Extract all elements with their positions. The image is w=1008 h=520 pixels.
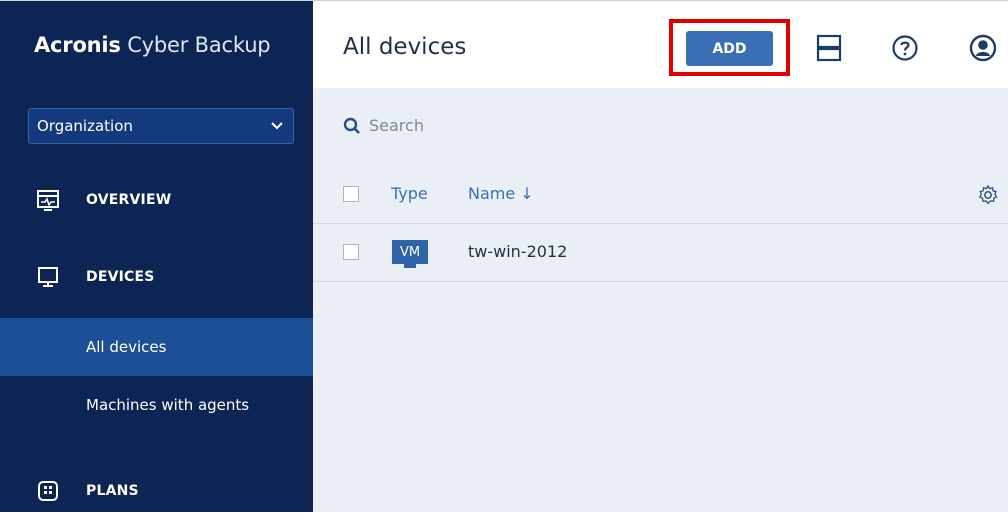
table-row[interactable]: VM tw-win-2012	[313, 224, 1008, 282]
sidebar-item-label: PLANS	[86, 483, 139, 499]
help-icon[interactable]	[891, 34, 919, 62]
header: All devices ADD	[313, 1, 1008, 89]
organization-select[interactable]: Organization	[28, 108, 294, 144]
sidebar-item-label: OVERVIEW	[86, 192, 172, 208]
app-window: Acronis Cyber Backup Organization OVERVI…	[0, 0, 1008, 512]
row-checkbox[interactable]	[343, 244, 359, 260]
overview-monitor-icon	[36, 188, 60, 212]
vm-type-icon: VM	[392, 240, 428, 264]
gear-icon[interactable]	[977, 184, 999, 206]
column-header-name[interactable]: Name ↓	[468, 184, 534, 203]
search-icon	[343, 117, 361, 135]
sidebar-item-devices[interactable]: DEVICES	[0, 248, 313, 306]
brand-name: Acronis	[34, 33, 121, 57]
layout-toggle-icon[interactable]	[815, 34, 843, 62]
sidebar-item-overview[interactable]: OVERVIEW	[0, 171, 313, 229]
search-input[interactable]: Search	[369, 116, 424, 135]
sidebar-subitem-label: Machines with agents	[86, 396, 250, 414]
user-account-icon[interactable]	[969, 34, 997, 62]
device-name[interactable]: tw-win-2012	[468, 242, 567, 261]
sidebar-subitem-all-devices[interactable]: All devices	[0, 318, 313, 376]
sidebar: Acronis Cyber Backup Organization OVERVI…	[0, 1, 313, 512]
main-content: Search Type Name ↓ VM tw-win-2012	[313, 88, 1008, 512]
devices-monitor-icon	[36, 265, 60, 289]
app-logo: Acronis Cyber Backup	[34, 33, 271, 63]
table-header: Type Name ↓	[313, 166, 1008, 224]
column-header-type[interactable]: Type	[391, 184, 428, 203]
sidebar-item-plans[interactable]: PLANS	[0, 462, 313, 520]
vm-icon-stand	[404, 264, 416, 268]
page-title: All devices	[343, 34, 467, 60]
search-box[interactable]: Search	[343, 116, 424, 135]
add-button[interactable]: ADD	[686, 31, 773, 66]
chevron-down-icon	[271, 119, 283, 133]
brand-product: Cyber Backup	[120, 33, 271, 57]
select-all-checkbox[interactable]	[343, 186, 359, 202]
sidebar-subitem-label: All devices	[86, 338, 167, 356]
sidebar-subitem-machines-with-agents[interactable]: Machines with agents	[0, 376, 313, 434]
plans-icon	[36, 479, 60, 503]
sidebar-item-label: DEVICES	[86, 269, 155, 285]
organization-select-value: Organization	[37, 117, 133, 135]
